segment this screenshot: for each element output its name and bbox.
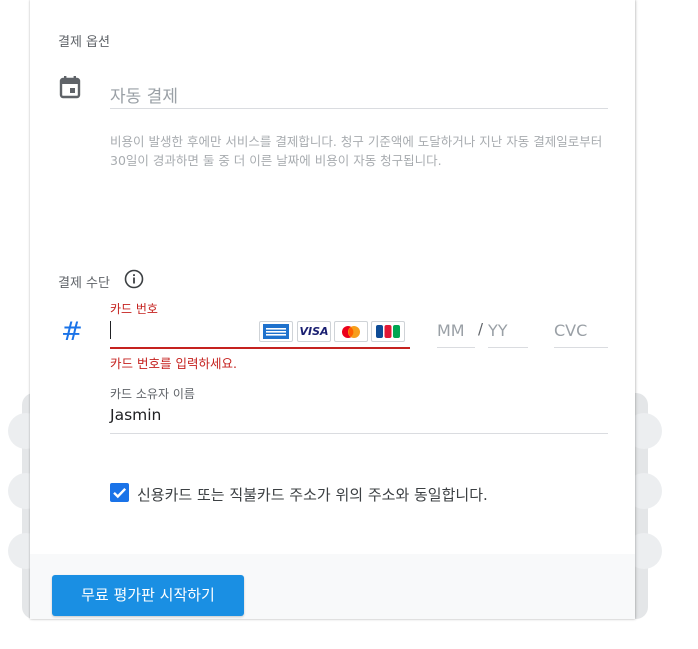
info-icon[interactable] xyxy=(124,269,144,289)
expiry-separator: / xyxy=(478,320,484,338)
billing-options-title: 결제 옵션 xyxy=(58,35,110,50)
expiry-month-placeholder: MM xyxy=(437,321,465,340)
card-number-label: 카드 번호 xyxy=(110,302,158,316)
same-address-label[interactable]: 신용카드 또는 직불카드 주소가 위의 주소와 동일합니다. xyxy=(137,484,488,505)
cardholder-input[interactable]: Jasmin xyxy=(110,401,608,434)
cardholder-label: 카드 소유자 이름 xyxy=(110,387,195,401)
checkmark-icon xyxy=(113,487,127,499)
auto-pay-label: 자동 결제 xyxy=(110,87,178,107)
same-address-checkbox[interactable] xyxy=(110,483,129,502)
cvc-input[interactable]: CVC xyxy=(554,317,608,348)
cardholder-value: Jasmin xyxy=(110,406,162,424)
cvc-placeholder: CVC xyxy=(554,321,588,340)
expiry-year-placeholder: YY xyxy=(488,321,508,340)
amex-icon xyxy=(259,321,293,342)
expiry-month-input[interactable]: MM xyxy=(437,317,475,348)
expiry-year-input[interactable]: YY xyxy=(488,317,528,348)
card-number-error: 카드 번호를 입력하세요. xyxy=(110,356,237,371)
jcb-icon xyxy=(371,321,405,342)
calendar-icon xyxy=(59,76,81,99)
payment-method-title: 결제 수단 xyxy=(58,276,110,291)
text-cursor xyxy=(110,321,111,339)
billing-card: 결제 옵션 자동 결제 비용이 발생한 후에만 서비스를 결제합니다. 청구 기… xyxy=(30,0,635,619)
visa-icon: VISA xyxy=(297,321,331,342)
card-number-icon: # xyxy=(61,317,83,347)
auto-pay-field[interactable]: 자동 결제 xyxy=(110,72,608,109)
billing-description: 비용이 발생한 후에만 서비스를 결제합니다. 청구 기준액에 도달하거나 지난… xyxy=(110,134,603,168)
mastercard-icon xyxy=(334,321,368,342)
start-trial-button[interactable]: 무료 평가판 시작하기 xyxy=(52,575,244,616)
